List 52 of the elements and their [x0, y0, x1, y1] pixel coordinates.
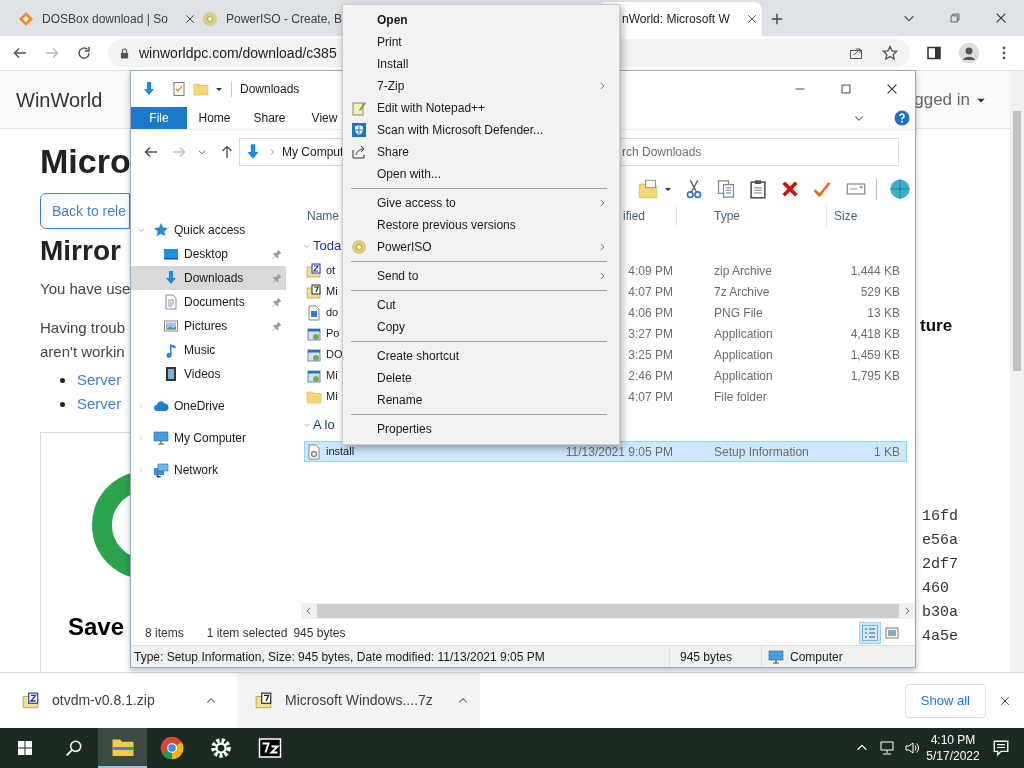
hash-text: 16fd: [922, 507, 959, 527]
table-cell-text: PNG File: [714, 304, 763, 322]
window-title: Downloads: [240, 81, 300, 98]
file-name: install: [326, 444, 355, 460]
table-cell-text: 4:07 PM: [628, 388, 673, 406]
table-cell-text: 3:25 PM: [628, 346, 673, 364]
file-name: Po: [326, 326, 340, 342]
table-cell-text: 2:46 PM: [628, 367, 673, 385]
file-name: ot: [326, 263, 336, 279]
table-cell-text: 1 KB: [874, 443, 900, 461]
location-text: Computer: [790, 648, 843, 666]
status-size: 945 bytes: [669, 646, 761, 667]
table-cell-text: 4,418 KB: [850, 325, 900, 343]
table-cell-text: 1,795 KB: [850, 367, 900, 385]
help-text: aren't workin: [40, 342, 126, 362]
file-name: Mi: [326, 389, 338, 405]
hash-text: 4a5e: [922, 627, 959, 647]
page-heading: Micro: [40, 141, 130, 181]
table-cell-text: 4:06 PM: [628, 304, 673, 322]
table-cell-text: zip Archive: [714, 262, 773, 280]
table-cell-text: Application: [714, 325, 773, 343]
url-text: winworldpc.com/download/c385: [139, 43, 337, 63]
hash-text: e56a: [922, 531, 959, 551]
table-cell-text: Application: [714, 346, 773, 364]
help-text: Having troub: [40, 318, 127, 338]
item-count: 8 items: [145, 625, 184, 642]
table-cell-text: 3:27 PM: [628, 325, 673, 343]
table-cell-text: 7z Archive: [714, 283, 770, 301]
selection-size: 945 bytes: [293, 625, 346, 642]
hash-text: 460: [922, 579, 950, 599]
table-cell-text: 1,459 KB: [850, 346, 900, 364]
section-heading: Mirror: [40, 234, 122, 268]
table-cell-text: 11/13/2021 9:05 PM: [565, 443, 673, 461]
table-cell-text: 13 KB: [867, 304, 900, 322]
file-name: do: [326, 305, 339, 321]
table-cell-text: Application: [714, 367, 773, 385]
file-name: DO: [326, 347, 343, 363]
table-cell-text: Setup Information: [714, 443, 809, 461]
file-name: Mi: [326, 368, 338, 384]
table-cell-text: 1,444 KB: [850, 262, 900, 280]
intro-text: You have use: [40, 279, 130, 299]
table-cell-text: 4:07 PM: [628, 283, 673, 301]
table-cell-text: 4:09 PM: [628, 262, 673, 280]
side-heading: ture: [919, 315, 954, 337]
hash-text: b30a: [922, 603, 959, 623]
table-cell-text: File folder: [714, 388, 767, 406]
selection-count: 1 item selected: [206, 625, 288, 642]
card-title: Save: [68, 612, 126, 642]
file-name: Mi: [326, 284, 338, 300]
status-text: Type: Setup Information, Size: 945 bytes, Date modified: 11/13/2021 9:05 PM: [133, 648, 546, 666]
table-cell-text: 529 KB: [860, 283, 900, 301]
hash-text: 2df7: [922, 555, 959, 575]
